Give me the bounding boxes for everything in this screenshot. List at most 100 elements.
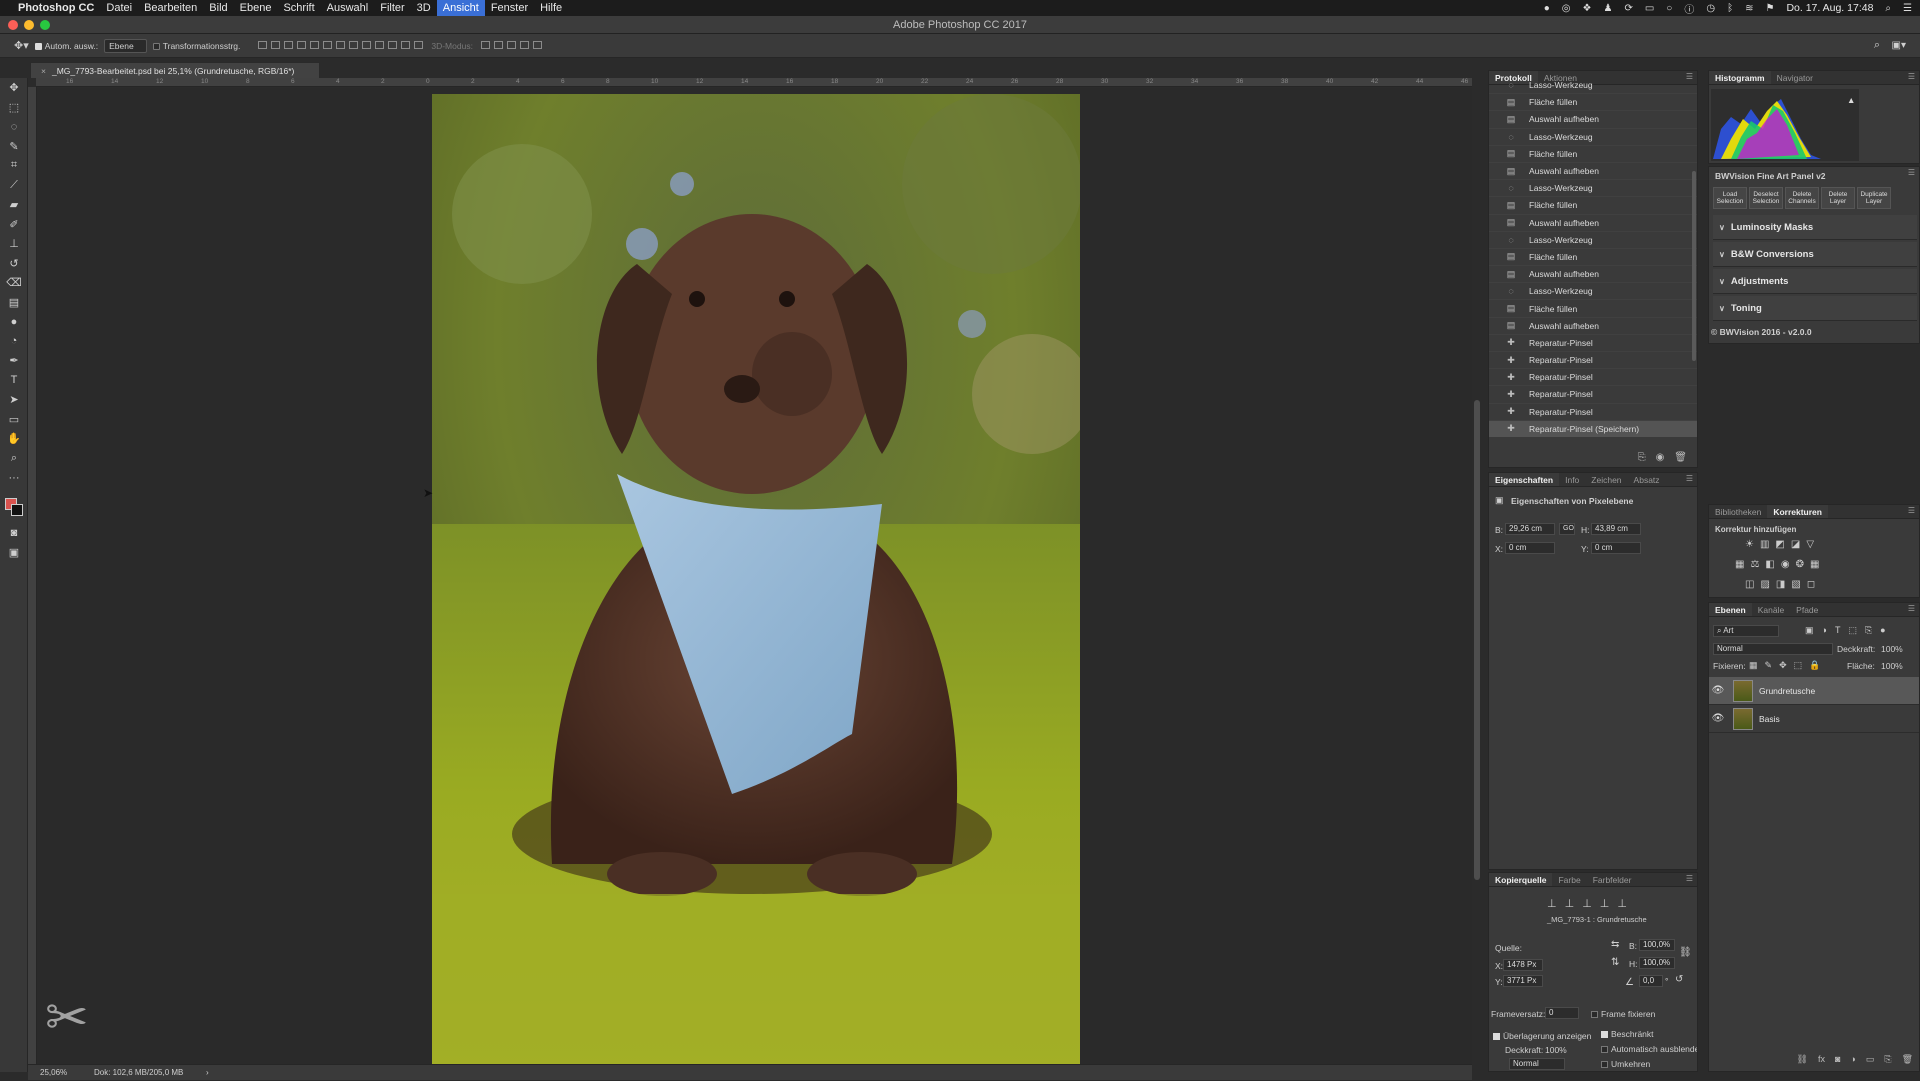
more-tools-icon[interactable]: ··· [0,468,28,488]
transform-controls-checkbox[interactable]: Transformationsstrg. [152,41,240,51]
auto-select-target-dropdown[interactable]: Ebene [104,38,147,53]
rotation-field[interactable]: 0,0 [1639,975,1663,987]
record-icon[interactable]: ● [1544,3,1550,14]
snapshot-camera-icon[interactable]: ◉ [1656,452,1665,463]
close-window-button[interactable] [8,20,18,30]
flag-icon[interactable]: ⚑ [1765,3,1774,14]
gradient-tool-icon[interactable]: ▤ [0,293,28,313]
black-white-icon[interactable]: ◧ [1765,559,1774,570]
color-balance-icon[interactable]: ⚖ [1750,559,1759,570]
filter-toggle-icon[interactable]: ● [1880,625,1885,636]
link-dimensions-button[interactable]: GO [1559,523,1575,535]
notification-center-icon[interactable]: ☰ [1903,3,1912,14]
gradient-map-icon[interactable]: ▧ [1791,579,1800,590]
lock-artboard-icon[interactable]: ⬚ [1794,660,1803,671]
hand-tool-icon[interactable]: ✋ [0,429,28,449]
history-state[interactable]: ◌ Lasso-Werkzeug [1489,129,1697,146]
move-tool-icon[interactable]: ✥ [0,78,28,98]
menu-5[interactable]: Auswahl [321,0,375,16]
clone-source-2-icon[interactable]: ⊥ [1565,897,1575,910]
zoom-tool-icon[interactable]: ⌕ [0,449,28,469]
flip-vertical-icon[interactable]: ⇅ [1611,957,1619,968]
levels-icon[interactable]: ▥ [1760,539,1769,550]
clone-x-field[interactable]: 1478 Px [1503,959,1543,971]
move-tool-preset-icon[interactable]: ✥▾ [14,39,29,52]
vertical-scrollbar[interactable] [1474,400,1480,880]
layer-filter-kind-dropdown[interactable]: ⌕ Art [1713,625,1779,637]
history-state[interactable]: ✚ Reparatur-Pinsel [1489,369,1697,387]
horizontal-ruler[interactable]: 16 14 12 10 8 6 4 2 0 2 4 6 8 10 12 14 16 18 20 22 24 26 28 30 3… [36,78,1472,87]
reset-transform-icon[interactable]: ↺ [1675,974,1683,985]
channel-mixer-icon[interactable]: ❂ [1796,559,1804,570]
tab-bibliotheken[interactable]: Bibliotheken [1709,505,1767,518]
history-state[interactable]: ▤ Fläche füllen [1489,197,1697,215]
filter-pixel-icon[interactable]: ▣ [1805,625,1814,636]
threshold-icon[interactable]: ◨ [1776,579,1785,590]
lock-position-icon[interactable]: ✥ [1779,660,1787,671]
frame-lock-checkbox[interactable]: Frame fixieren [1591,1009,1655,1019]
blur-tool-icon[interactable]: ● [0,312,28,332]
spotlight-search-icon[interactable]: ⌕ [1885,3,1891,14]
exposure-icon[interactable]: ◪ [1791,539,1800,550]
layer-name[interactable]: Basis [1759,714,1780,724]
tab-histogramm[interactable]: Histogramm [1709,71,1771,84]
background-color-swatch[interactable] [11,503,23,516]
history-state[interactable]: ▤ Fläche füllen [1489,300,1697,318]
history-state[interactable]: ▤ Auswahl aufheben [1489,266,1697,284]
dropbox-icon[interactable]: ❖ [1583,3,1592,14]
overlay-opacity-field[interactable]: 100% [1545,1045,1567,1055]
menu-4[interactable]: Schrift [277,0,320,16]
distribute-left-icon[interactable] [375,40,385,49]
history-state[interactable]: ◌ Lasso-Werkzeug [1489,283,1697,301]
quick-mask-icon[interactable]: ◙ [0,524,28,544]
invert-icon[interactable]: ◫ [1745,579,1754,590]
menu-3[interactable]: Ebene [234,0,278,16]
bwvision-button-0[interactable]: Load Selection [1713,187,1747,209]
history-state[interactable]: ▤ Auswahl aufheben [1489,111,1697,129]
align-bottom-icon[interactable] [284,40,294,49]
history-state[interactable]: ▤ Auswahl aufheben [1489,318,1697,335]
history-state[interactable]: ▤ Auswahl aufheben [1489,163,1697,181]
lock-image-icon[interactable]: ✎ [1765,660,1773,671]
document-size[interactable]: Dok: 102,6 MB/205,0 MB [94,1065,183,1081]
vibrance-icon[interactable]: ▽ [1806,539,1814,550]
histogram-warning-icon[interactable]: ▲ [1847,95,1855,105]
screen-mode-icon[interactable]: ▣ [0,543,28,563]
history-state[interactable]: ✚ Reparatur-Pinsel [1489,335,1697,352]
tab-info[interactable]: Info [1559,473,1585,486]
menu-9[interactable]: Fenster [485,0,534,16]
brush-tool-icon[interactable]: ✐ [0,215,28,235]
link-layers-icon[interactable]: ⛓ [1797,1054,1808,1065]
lasso-tool-icon[interactable]: ◌ [0,117,28,137]
visibility-eye-icon[interactable]: 👁 [1709,713,1727,724]
tab-navigator[interactable]: Navigator [1771,71,1819,84]
align-top-icon[interactable] [258,40,268,49]
zoom-window-button[interactable] [40,20,50,30]
clone-w-field[interactable]: 100,0% [1639,939,1675,951]
wifi-icon[interactable]: ≋ [1745,3,1753,14]
healing-brush-tool-icon[interactable]: ▰ [0,195,28,215]
clone-stamp-tool-icon[interactable]: ⊥ [0,234,28,254]
menubar-clock[interactable]: Do. 17. Aug. 17:48 [1786,2,1873,14]
clone-source-1-icon[interactable]: ⊥ [1547,897,1557,910]
flip-horizontal-icon[interactable]: ⇆ [1611,939,1619,950]
battery-icon[interactable]: ▭ [1645,3,1654,14]
menu-app-name[interactable]: Photoshop CC [12,0,100,16]
history-state[interactable]: ✚ Reparatur-Pinsel [1489,386,1697,404]
minimize-window-button[interactable] [24,20,34,30]
new-adjustment-layer-icon[interactable]: ◑ [1850,1054,1855,1065]
history-state[interactable]: ✚ Reparatur-Pinsel (Speichern) [1489,420,1697,437]
bwvision-button-3[interactable]: Delete Layer [1821,187,1855,209]
close-document-icon[interactable]: × [41,66,46,76]
layer-opacity-field[interactable]: 100% [1881,644,1903,654]
eyedropper-tool-icon[interactable]: ⟋ [0,176,28,196]
document-image[interactable] [432,94,1080,1064]
overlay-blend-mode-dropdown[interactable]: Normal [1509,1058,1565,1070]
filter-smart-object-icon[interactable]: ⎘ [1865,625,1872,636]
clipped-checkbox[interactable]: Beschränkt [1601,1029,1654,1039]
menu-6[interactable]: Filter [374,0,410,16]
distribute-right-icon[interactable] [401,40,411,49]
distribute-bottom-icon[interactable] [362,40,372,49]
shape-tool-icon[interactable]: ▭ [0,410,28,430]
bwvision-panel-menu-icon[interactable]: ☰ [1908,168,1915,177]
